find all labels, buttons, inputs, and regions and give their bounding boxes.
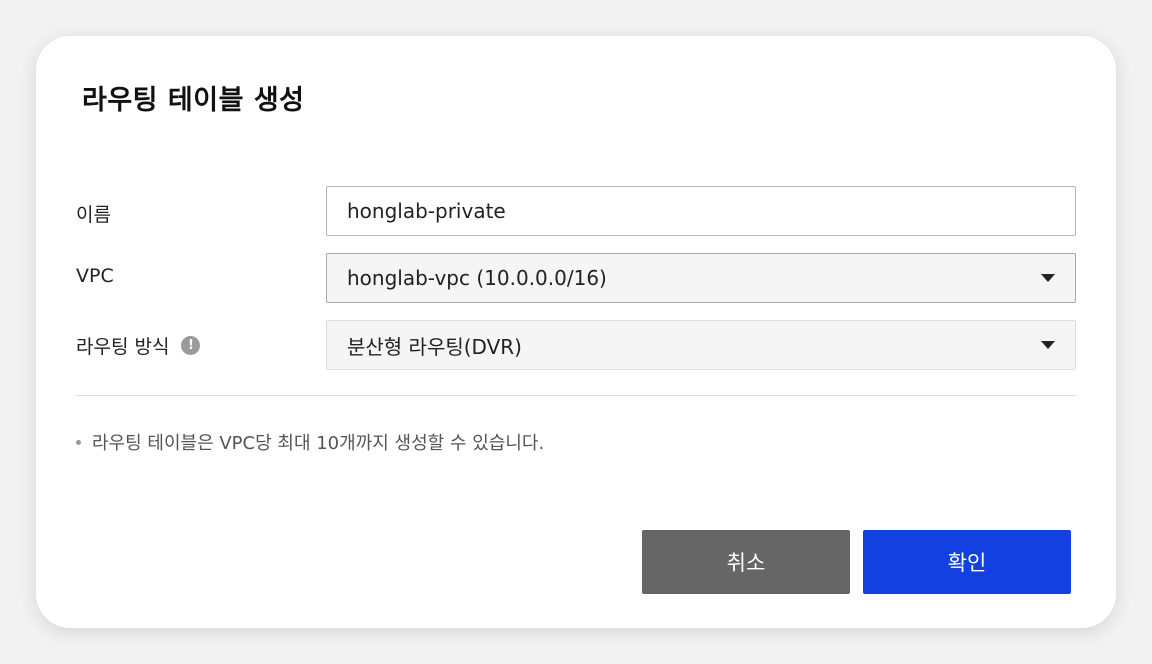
name-label: 이름 [76, 204, 111, 226]
create-routing-table-dialog: 라우팅 테이블 생성 이름 VPC honglab-vpc (10.0.0.0/… [36, 36, 1116, 628]
info-icon[interactable]: ! [181, 336, 201, 355]
vpc-select[interactable]: honglab-vpc (10.0.0.0/16) [326, 253, 1076, 303]
cancel-button[interactable]: 취소 [642, 530, 850, 594]
limit-note: 라우팅 테이블은 VPC당 최대 10개까지 생성할 수 있습니다. [76, 429, 544, 455]
screen-backdrop: 라우팅 테이블 생성 이름 VPC honglab-vpc (10.0.0.0/… [0, 0, 1152, 664]
divider [76, 395, 1076, 396]
routing-mode-select[interactable]: 분산형 라우팅(DVR) [326, 320, 1076, 370]
name-input[interactable] [347, 199, 1055, 223]
routing-mode-select-value: 분산형 라우팅(DVR) [347, 334, 522, 359]
vpc-label: VPC [76, 265, 114, 287]
vpc-select-value: honglab-vpc (10.0.0.0/16) [347, 266, 607, 290]
chevron-down-icon [1041, 341, 1055, 349]
dialog-title: 라우팅 테이블 생성 [82, 85, 305, 116]
routing-mode-label: 라우팅 방식 [76, 336, 170, 358]
bullet-icon [76, 439, 81, 445]
name-field[interactable] [326, 186, 1076, 236]
confirm-button[interactable]: 확인 [863, 530, 1071, 594]
limit-note-text: 라우팅 테이블은 VPC당 최대 10개까지 생성할 수 있습니다. [92, 433, 545, 454]
chevron-down-icon [1041, 274, 1055, 282]
routing-mode-label-group: 라우팅 방식 ! [76, 332, 201, 359]
